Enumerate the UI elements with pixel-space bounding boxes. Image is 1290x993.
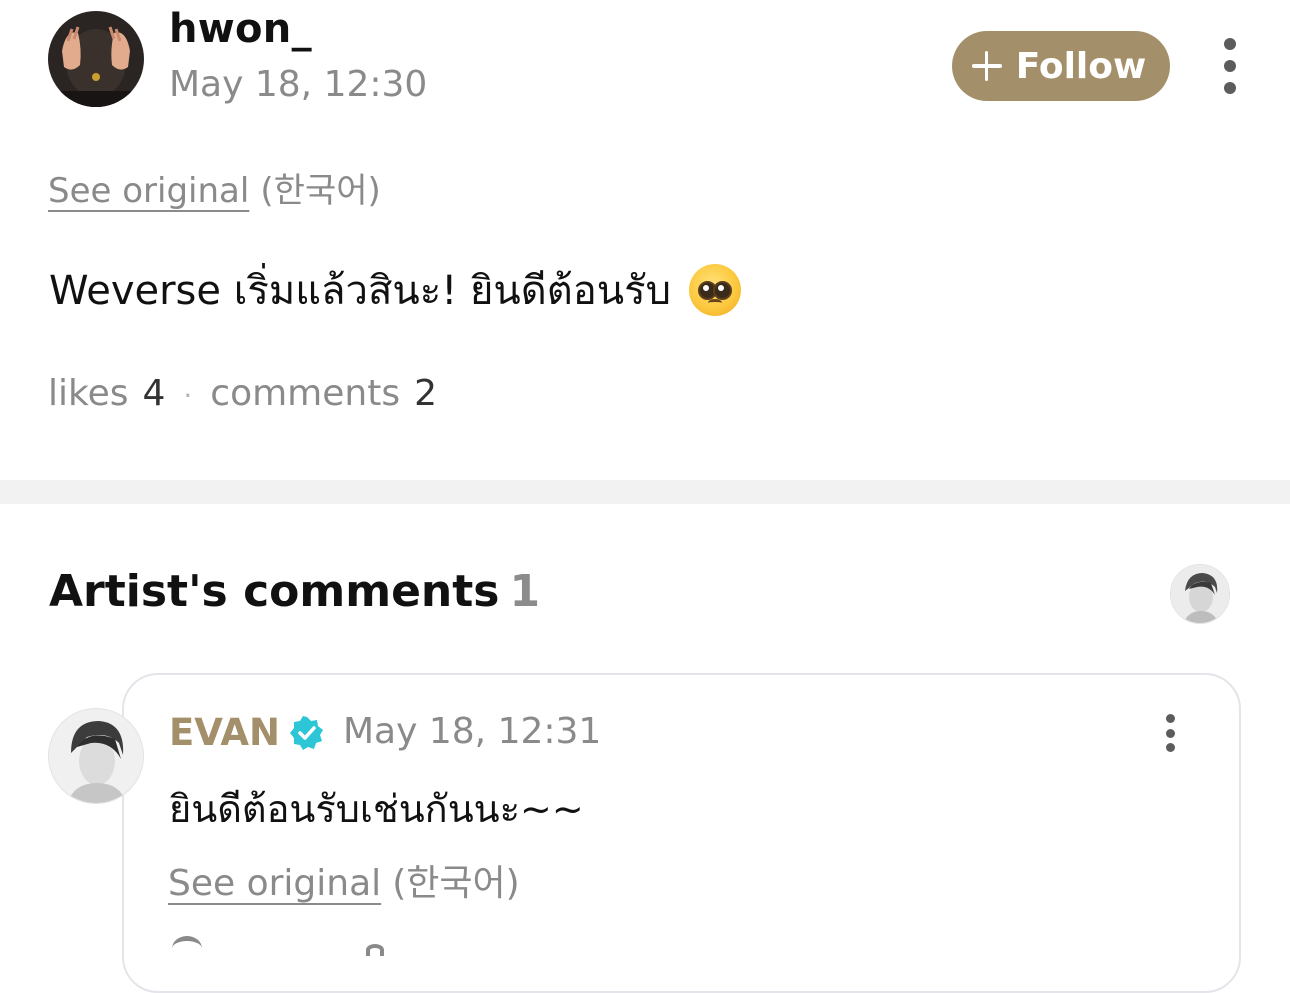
artist-avatar-thumbnail[interactable] xyxy=(1170,564,1230,624)
comments-count: 2 xyxy=(414,373,437,414)
comment-action-icon-2[interactable] xyxy=(366,944,384,956)
post-stats: likes 4 · comments 2 xyxy=(48,373,437,414)
comment-action-icon[interactable] xyxy=(172,936,202,961)
translation-row: See original (한국어) xyxy=(48,163,381,212)
comment-see-original-link[interactable]: See original xyxy=(168,863,381,904)
section-divider xyxy=(0,480,1290,504)
artist-comments-title: Artist's comments xyxy=(49,566,500,617)
post-body: Weverse เริ่มแล้วสินะ! ยินดีต้อนรับ xyxy=(49,258,741,322)
author-avatar[interactable] xyxy=(48,11,144,107)
likes-label[interactable]: likes xyxy=(48,373,128,414)
post-timestamp: May 18, 12:30 xyxy=(169,64,428,105)
comment-translation-row: See original (한국어) xyxy=(168,854,520,906)
post-body-text: Weverse เริ่มแล้วสินะ! ยินดีต้อนรับ xyxy=(49,268,671,314)
plus-icon xyxy=(971,51,1002,81)
commenter-avatar[interactable] xyxy=(48,708,144,804)
artist-comments-heading: Artist's comments 1 xyxy=(49,566,540,617)
pleading-face-emoji xyxy=(688,264,741,316)
author-avatar-image xyxy=(48,11,144,107)
comment-original-language-label: (한국어) xyxy=(392,863,520,904)
more-vertical-icon[interactable] xyxy=(1160,714,1180,752)
commenter-avatar-image xyxy=(49,709,143,803)
original-language-label: (한국어) xyxy=(260,171,381,211)
comments-label[interactable]: comments xyxy=(210,373,400,414)
see-original-link[interactable]: See original xyxy=(48,171,249,211)
author-username[interactable]: hwon_ xyxy=(169,6,312,52)
follow-button[interactable]: Follow xyxy=(952,31,1170,101)
follow-button-label: Follow xyxy=(1015,45,1147,87)
artist-avatar-thumbnail-image xyxy=(1171,565,1229,623)
artist-comments-count: 1 xyxy=(509,566,541,617)
comment-body: ยินดีต้อนรับเช่นกันนะ~~ xyxy=(169,787,584,831)
comment-timestamp: May 18, 12:31 xyxy=(343,711,602,752)
commenter-name-text: EVAN xyxy=(169,711,280,754)
more-vertical-icon[interactable] xyxy=(1218,38,1242,94)
commenter-name[interactable]: EVAN xyxy=(169,711,324,754)
stats-separator: · xyxy=(183,379,193,412)
likes-count: 4 xyxy=(142,373,166,414)
verified-badge-icon xyxy=(290,715,323,750)
